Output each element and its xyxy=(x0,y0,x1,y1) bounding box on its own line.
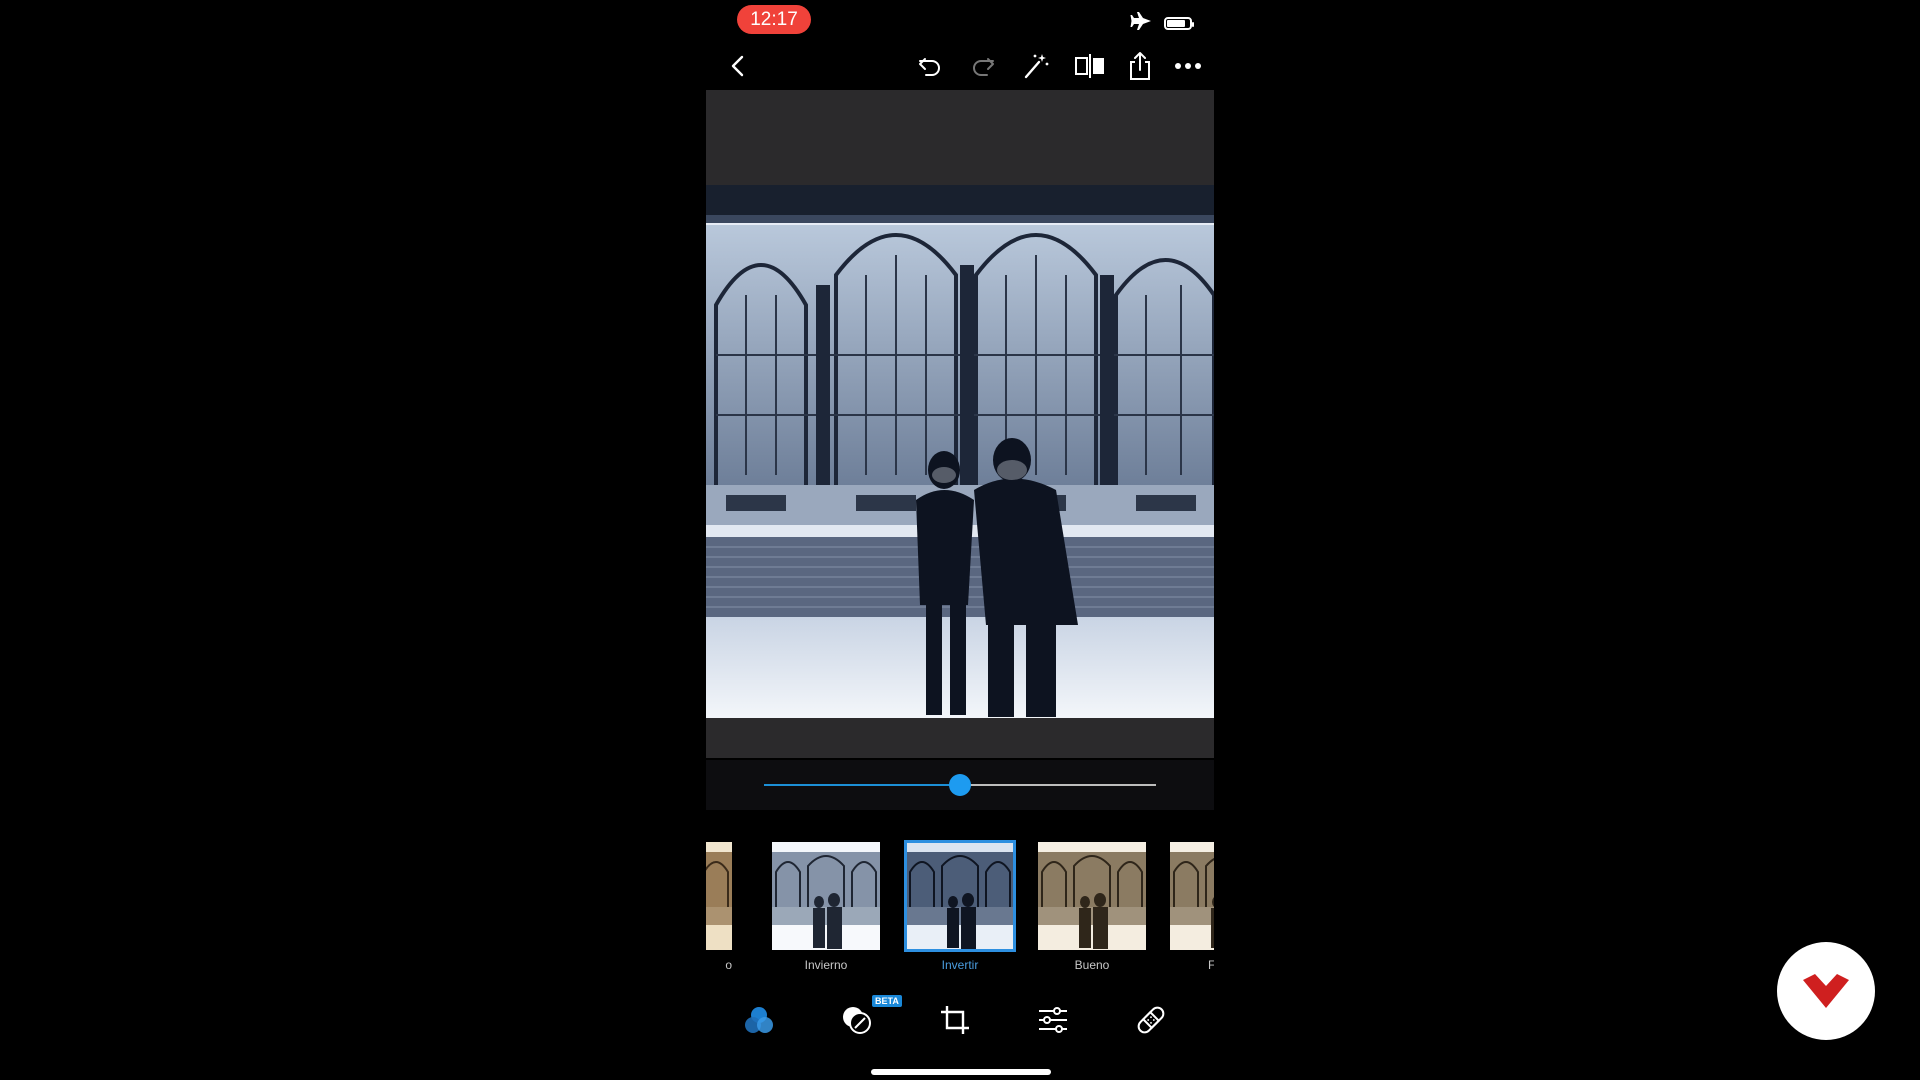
overlay-icon xyxy=(843,1007,871,1034)
channel-logo xyxy=(1777,942,1875,1040)
filter-strip: o Invierno Invertir Bueno F xyxy=(706,810,1214,983)
filter-item[interactable]: Bueno xyxy=(1038,842,1146,972)
filter-item[interactable]: F xyxy=(1170,842,1214,972)
redo-button[interactable] xyxy=(963,46,1003,86)
filter-label: F xyxy=(1208,958,1214,972)
auto-fix-button[interactable] xyxy=(1016,46,1056,86)
filter-item[interactable]: Invertir xyxy=(904,840,1016,972)
filter-label: Invierno xyxy=(804,958,848,972)
looks-tab[interactable] xyxy=(736,997,782,1043)
filter-thumbnail xyxy=(706,842,732,950)
adjust-sliders-icon xyxy=(1039,1007,1067,1033)
filter-item[interactable]: Invierno xyxy=(772,842,880,972)
undo-icon xyxy=(919,58,940,76)
edited-photo[interactable] xyxy=(706,185,1214,718)
looks-icon xyxy=(745,1007,773,1033)
editor-toolbar xyxy=(706,40,1214,90)
filter-thumbnail xyxy=(904,840,1016,952)
more-icon xyxy=(1175,63,1201,69)
crop-tab[interactable] xyxy=(932,997,978,1043)
bottom-tool-bar: BETA xyxy=(706,983,1214,1080)
filter-label: Invertir xyxy=(941,958,979,972)
intensity-slider-area xyxy=(706,760,1214,810)
airplane-icon xyxy=(1130,12,1152,35)
adjust-tab[interactable] xyxy=(1030,997,1076,1043)
editing-canvas xyxy=(706,90,1214,758)
crop-icon xyxy=(941,1006,969,1034)
filter-item[interactable]: o xyxy=(706,842,732,972)
share-icon xyxy=(1130,52,1150,80)
brand-logo-icon xyxy=(1803,974,1849,1008)
share-button[interactable] xyxy=(1120,46,1160,86)
redo-icon xyxy=(973,58,994,76)
battery-level xyxy=(1167,20,1185,27)
filter-thumbnail xyxy=(1038,842,1146,950)
battery-icon xyxy=(1164,17,1194,30)
filter-thumbnail xyxy=(772,842,880,950)
back-button[interactable] xyxy=(718,46,758,86)
intensity-slider[interactable] xyxy=(764,774,1156,796)
filter-label: o xyxy=(725,958,732,972)
undo-button[interactable] xyxy=(910,46,950,86)
beta-badge: BETA xyxy=(872,995,902,1007)
magic-wand-icon xyxy=(1024,54,1049,79)
phone-screen: 12:17 o Invierno Invertir Bueno F BETA xyxy=(706,0,1214,1080)
filter-thumbnail xyxy=(1170,842,1214,950)
status-time: 12:17 xyxy=(737,5,811,34)
heal-tab[interactable] xyxy=(1128,997,1174,1043)
more-button[interactable] xyxy=(1168,46,1208,86)
compare-button[interactable] xyxy=(1070,46,1110,86)
chevron-left-icon xyxy=(731,55,744,77)
home-indicator[interactable] xyxy=(871,1069,1051,1075)
intensity-slider-handle[interactable] xyxy=(949,774,971,796)
compare-icon xyxy=(1075,54,1104,78)
intensity-slider-fill xyxy=(764,784,960,786)
filter-label: Bueno xyxy=(1074,958,1110,972)
status-icons xyxy=(1130,12,1194,35)
bandage-icon xyxy=(1137,1006,1165,1034)
